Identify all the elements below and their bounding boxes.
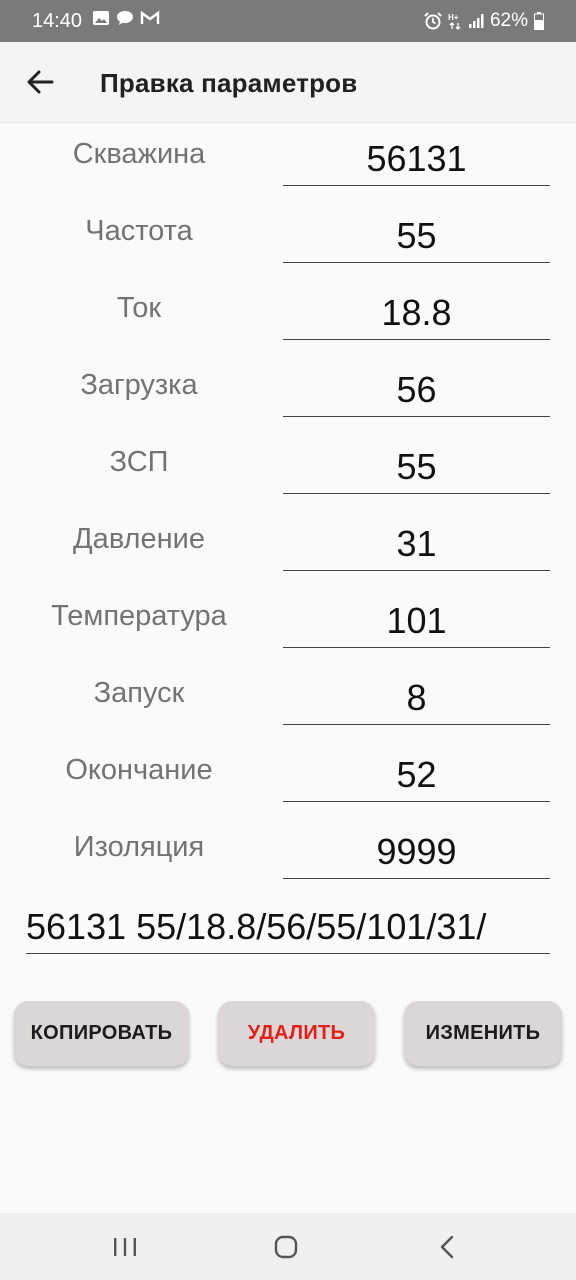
page-title: Правка параметров: [100, 68, 358, 98]
field-value[interactable]: 55: [283, 446, 550, 488]
field-label: Температура: [51, 600, 227, 632]
field-value[interactable]: 31: [283, 523, 550, 565]
pressure-input[interactable]: 31: [283, 507, 550, 571]
field-row-frequency: Частота 55: [0, 199, 576, 276]
frequency-input[interactable]: 55: [283, 199, 550, 263]
field-label: Скважина: [72, 138, 206, 170]
summary-text[interactable]: 56131 55/18.8/56/55/101/31/: [26, 906, 486, 948]
current-input[interactable]: 18.8: [283, 276, 550, 340]
copy-button[interactable]: КОПИРОВАТЬ: [14, 1001, 189, 1066]
field-value[interactable]: 56: [283, 369, 550, 411]
data-icon: H+: [448, 13, 461, 30]
gmail-icon: [140, 10, 160, 24]
field-row-well: Скважина 56131: [0, 122, 576, 199]
temperature-input[interactable]: 101: [283, 584, 550, 648]
field-row-pressure: Давление 31: [0, 507, 576, 584]
chat-icon: [117, 11, 133, 25]
well-input[interactable]: 56131: [283, 122, 550, 186]
start-input[interactable]: 8: [283, 661, 550, 725]
field-label: Загрузка: [80, 369, 198, 401]
field-row-load: Загрузка 56: [0, 353, 576, 430]
load-input[interactable]: 56: [283, 353, 550, 417]
status-bar: 14:40 H+ 62%: [0, 0, 576, 42]
field-row-end: Окончание 52: [0, 738, 576, 815]
field-label: Окончание: [65, 754, 213, 786]
back-icon[interactable]: [438, 1235, 456, 1259]
battery-percent: 62%: [489, 10, 528, 31]
field-label: Изоляция: [73, 831, 205, 863]
field-row-insulation: Изоляция 9999: [0, 815, 576, 892]
battery-icon: [534, 12, 544, 30]
svg-text:H+: H+: [448, 13, 459, 22]
edit-button[interactable]: ИЗМЕНИТЬ: [404, 1001, 562, 1066]
field-value[interactable]: 101: [283, 600, 550, 642]
field-label: Давление: [73, 523, 205, 555]
field-label: Частота: [85, 215, 193, 247]
alarm-icon: [424, 12, 442, 30]
field-row-start: Запуск 8: [0, 661, 576, 738]
field-label: ЗСП: [109, 446, 169, 478]
field-value[interactable]: 9999: [283, 831, 550, 873]
app-bar: Правка параметров: [0, 42, 576, 123]
field-value[interactable]: 52: [283, 754, 550, 796]
recents-icon[interactable]: [112, 1237, 138, 1257]
arrow-left-icon[interactable]: [22, 64, 58, 100]
field-label: Запуск: [93, 677, 185, 709]
field-value[interactable]: 55: [283, 215, 550, 257]
system-nav-bar: [0, 1213, 576, 1280]
field-value[interactable]: 56131: [283, 138, 550, 180]
field-value[interactable]: 8: [283, 677, 550, 719]
status-time: 14:40: [32, 10, 83, 32]
delete-button[interactable]: УДАЛИТЬ: [218, 1001, 375, 1066]
summary-input[interactable]: 56131 55/18.8/56/55/101/31/: [26, 898, 550, 954]
end-input[interactable]: 52: [283, 738, 550, 802]
field-row-zsp: ЗСП 55: [0, 430, 576, 507]
field-row-temperature: Температура 101: [0, 584, 576, 661]
image-icon: [93, 11, 109, 25]
field-value[interactable]: 18.8: [283, 292, 550, 334]
home-icon[interactable]: [274, 1235, 298, 1259]
field-row-current: Ток 18.8: [0, 276, 576, 353]
zsp-input[interactable]: 55: [283, 430, 550, 494]
signal-icon: [468, 14, 484, 28]
insulation-input[interactable]: 9999: [283, 815, 550, 879]
field-label: Ток: [116, 292, 162, 324]
